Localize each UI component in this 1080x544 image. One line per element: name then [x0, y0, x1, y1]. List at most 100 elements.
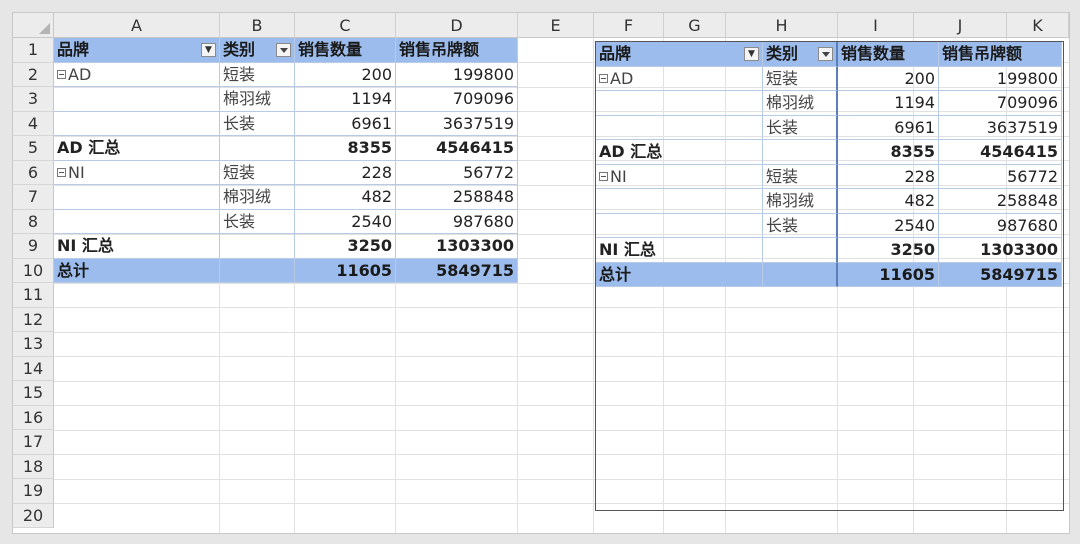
category-cell[interactable]: 长装	[220, 111, 295, 136]
amount-cell[interactable]: 56772	[396, 160, 518, 185]
row-header-3[interactable]: 3	[13, 87, 54, 112]
amount-cell[interactable]: 987680	[396, 209, 518, 234]
amount-cell[interactable]: 199800	[939, 66, 1062, 91]
brand-cell[interactable]	[596, 213, 763, 238]
brand-cell[interactable]	[54, 185, 220, 210]
qty-cell[interactable]: 1194	[295, 87, 396, 112]
pivot-table-left[interactable]: 品牌 ▼ 类别 销售数量 销售吊牌额 AD 短装 200 199800 棉羽绒 1…	[54, 38, 518, 283]
brand-cell[interactable]	[596, 91, 763, 116]
column-header-D[interactable]: D	[396, 13, 518, 38]
row-header-15[interactable]: 15	[13, 381, 54, 406]
row-header-9[interactable]: 9	[13, 234, 54, 259]
subtotal-empty-cell[interactable]	[763, 238, 838, 263]
column-header-C[interactable]: C	[295, 13, 396, 38]
row-header-14[interactable]: 14	[13, 356, 54, 381]
category-cell[interactable]: 短装	[220, 62, 295, 87]
pivot-header-brand[interactable]: 品牌 ▼	[596, 42, 763, 67]
column-header-I[interactable]: I	[838, 13, 914, 38]
row-header-1[interactable]: 1	[13, 38, 54, 63]
qty-cell[interactable]: 228	[295, 160, 396, 185]
row-header-7[interactable]: 7	[13, 185, 54, 210]
qty-cell[interactable]: 482	[295, 185, 396, 210]
brand-cell[interactable]	[54, 209, 220, 234]
row-header-18[interactable]: 18	[13, 454, 54, 479]
select-all-corner[interactable]	[13, 13, 54, 38]
amount-cell[interactable]: 199800	[396, 62, 518, 87]
pivot-header-amount[interactable]: 销售吊牌额	[939, 42, 1062, 67]
grand-total-empty-cell[interactable]	[763, 262, 838, 287]
pivot-header-amount[interactable]: 销售吊牌额	[396, 38, 518, 63]
grand-total-label-cell[interactable]: 总计	[54, 258, 220, 283]
grand-total-empty-cell[interactable]	[220, 258, 295, 283]
amount-cell[interactable]: 258848	[939, 189, 1062, 214]
brand-cell[interactable]: NI	[596, 164, 763, 189]
row-header-2[interactable]: 2	[13, 62, 54, 87]
column-header-B[interactable]: B	[220, 13, 295, 38]
brand-cell[interactable]	[596, 115, 763, 140]
dropdown-arrow-icon[interactable]	[276, 43, 291, 57]
subtotal-label-cell[interactable]: NI 汇总	[54, 234, 220, 259]
column-header-E[interactable]: E	[518, 13, 594, 38]
qty-cell[interactable]: 1194	[838, 91, 939, 116]
qty-cell[interactable]: 2540	[838, 213, 939, 238]
subtotal-label-cell[interactable]: AD 汇总	[596, 140, 763, 165]
row-header-10[interactable]: 10	[13, 258, 54, 283]
collapse-icon[interactable]	[599, 171, 608, 181]
amount-cell[interactable]: 709096	[396, 87, 518, 112]
pivot-header-qty[interactable]: 销售数量	[838, 42, 939, 67]
grand-total-amount-cell[interactable]: 5849715	[396, 258, 518, 283]
brand-cell[interactable]: AD	[54, 62, 220, 87]
qty-cell[interactable]: 482	[838, 189, 939, 214]
brand-cell[interactable]	[596, 189, 763, 214]
grand-total-amount-cell[interactable]: 5849715	[939, 262, 1062, 287]
grand-total-qty-cell[interactable]: 11605	[838, 262, 939, 287]
qty-cell[interactable]: 2540	[295, 209, 396, 234]
subtotal-qty-cell[interactable]: 8355	[295, 136, 396, 161]
category-cell[interactable]: 棉羽绒	[763, 91, 838, 116]
pivot-header-category[interactable]: 类别	[220, 38, 295, 63]
row-header-16[interactable]: 16	[13, 405, 54, 430]
column-header-J[interactable]: J	[914, 13, 1007, 38]
amount-cell[interactable]: 987680	[939, 213, 1062, 238]
amount-cell[interactable]: 258848	[396, 185, 518, 210]
column-header-A[interactable]: A	[54, 13, 220, 38]
row-header-4[interactable]: 4	[13, 111, 54, 136]
pivot-header-category[interactable]: 类别	[763, 42, 838, 67]
subtotal-qty-cell[interactable]: 8355	[838, 140, 939, 165]
subtotal-empty-cell[interactable]	[220, 234, 295, 259]
grand-total-label-cell[interactable]: 总计	[596, 262, 763, 287]
qty-cell[interactable]: 228	[838, 164, 939, 189]
row-header-11[interactable]: 11	[13, 283, 54, 308]
amount-cell[interactable]: 3637519	[939, 115, 1062, 140]
row-header-13[interactable]: 13	[13, 332, 54, 357]
row-header-19[interactable]: 19	[13, 479, 54, 504]
pivot-table-right[interactable]: 品牌 ▼ 类别 销售数量 销售吊牌额 AD 短装 200 199800 棉羽绒 1…	[596, 42, 1062, 289]
row-header-6[interactable]: 6	[13, 160, 54, 185]
category-cell[interactable]: 长装	[220, 209, 295, 234]
brand-cell[interactable]	[54, 87, 220, 112]
pivot-header-brand[interactable]: 品牌 ▼	[54, 38, 220, 63]
row-header-8[interactable]: 8	[13, 209, 54, 234]
amount-cell[interactable]: 56772	[939, 164, 1062, 189]
column-header-F[interactable]: F	[594, 13, 664, 38]
qty-cell[interactable]: 6961	[295, 111, 396, 136]
qty-cell[interactable]: 200	[295, 62, 396, 87]
brand-cell[interactable]: NI	[54, 160, 220, 185]
filter-active-icon[interactable]: ▼	[744, 47, 759, 61]
row-header-20[interactable]: 20	[13, 503, 54, 528]
subtotal-amount-cell[interactable]: 1303300	[396, 234, 518, 259]
filter-active-icon[interactable]: ▼	[201, 43, 216, 57]
pivot-header-qty[interactable]: 销售数量	[295, 38, 396, 63]
column-header-K[interactable]: K	[1007, 13, 1069, 38]
category-cell[interactable]: 棉羽绒	[220, 185, 295, 210]
row-header-17[interactable]: 17	[13, 430, 54, 455]
brand-cell[interactable]: AD	[596, 66, 763, 91]
subtotal-qty-cell[interactable]: 3250	[838, 238, 939, 263]
collapse-icon[interactable]	[57, 69, 66, 79]
category-cell[interactable]: 短装	[220, 160, 295, 185]
category-cell[interactable]: 棉羽绒	[763, 189, 838, 214]
grand-total-qty-cell[interactable]: 11605	[295, 258, 396, 283]
category-cell[interactable]: 长装	[763, 115, 838, 140]
subtotal-label-cell[interactable]: AD 汇总	[54, 136, 220, 161]
collapse-icon[interactable]	[599, 73, 608, 83]
